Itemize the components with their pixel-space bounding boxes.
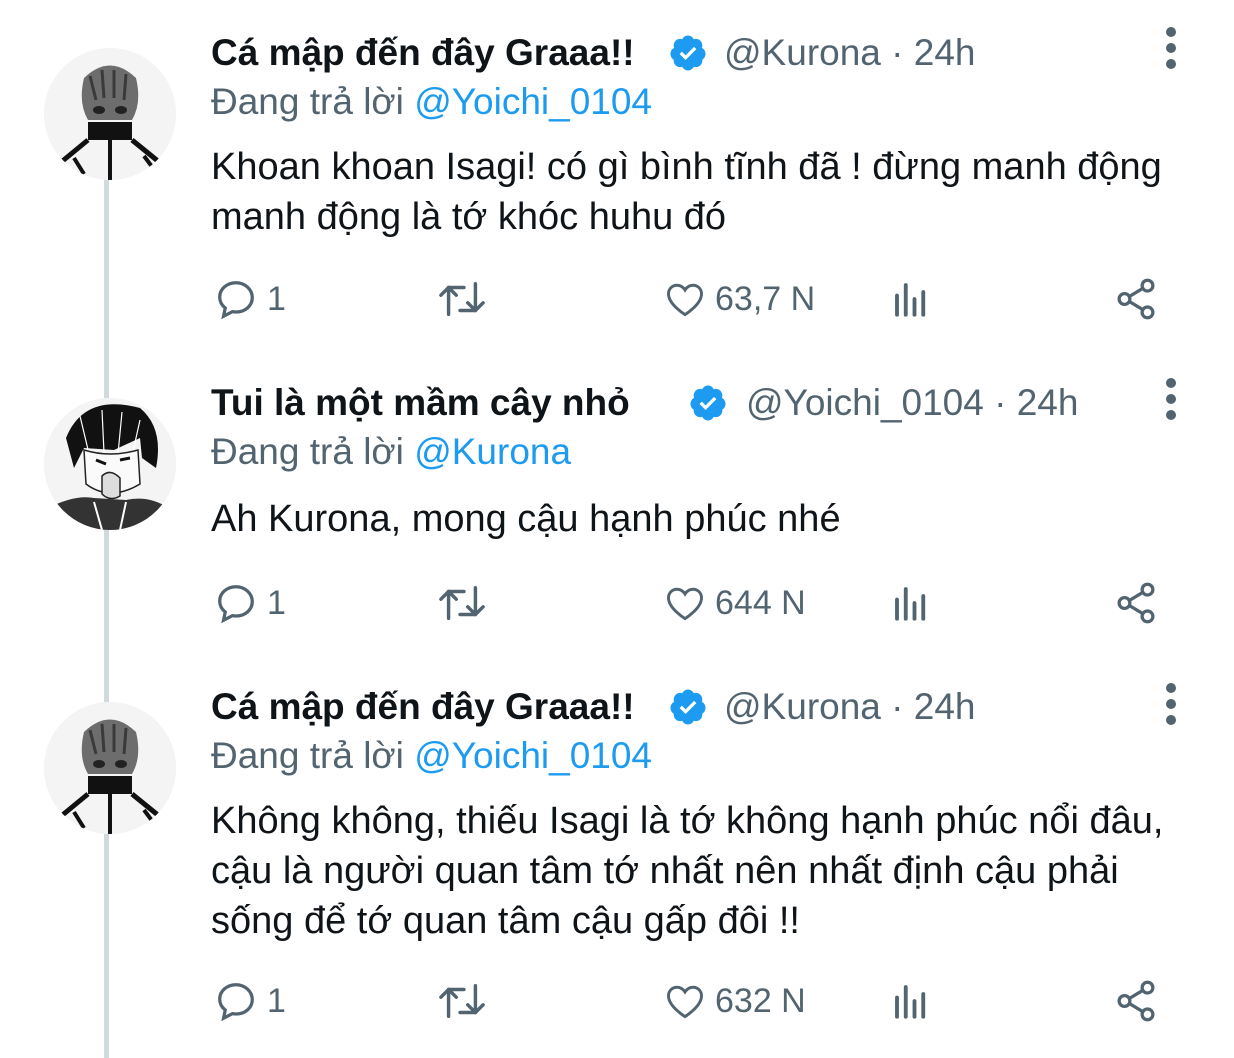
share-icon [1117, 278, 1155, 320]
display-name[interactable]: Cá mập đến đây Graaa!! [211, 685, 635, 729]
kurona-avatar-image [44, 702, 176, 834]
avatar[interactable] [44, 398, 176, 530]
tweet-actions: 1 632 N [0, 976, 1234, 1026]
reply-count: 1 [267, 583, 286, 622]
reply-icon [218, 983, 254, 1022]
separator-dot: · [891, 32, 914, 73]
timestamp[interactable]: 24h [914, 686, 976, 727]
like-icon [667, 985, 703, 1019]
replying-prefix: Đang trả lời [211, 735, 404, 776]
views-button[interactable] [890, 274, 932, 324]
display-name[interactable]: Cá mập đến đây Graaa!! [211, 31, 635, 75]
tweet-meta: @Kurona · 24h [724, 31, 976, 75]
tweet-meta: @Kurona · 24h [724, 685, 976, 729]
like-count: 644 N [715, 583, 806, 622]
views-icon [895, 985, 926, 1019]
separator-dot: · [891, 686, 914, 727]
mention-link[interactable]: @Yoichi_0104 [414, 81, 652, 122]
more-options-icon[interactable] [1156, 26, 1186, 70]
reply-icon [218, 281, 254, 320]
display-name[interactable]: Tui là một mầm cây nhỏ [211, 381, 630, 425]
avatar[interactable] [44, 48, 176, 180]
like-count: 63,7 N [715, 279, 816, 318]
tweet-text: Khoan khoan Isagi! có gì bình tĩnh đã ! … [211, 146, 1162, 238]
share-button[interactable] [1113, 578, 1159, 628]
like-icon [667, 283, 703, 317]
like-button[interactable]: 644 N [663, 578, 806, 628]
retweet-icon [439, 281, 485, 317]
tweet-meta: @Yoichi_0104 · 24h [746, 381, 1078, 425]
share-icon [1117, 980, 1155, 1022]
replying-to: Đang trả lời @Yoichi_0104 [211, 80, 652, 124]
retweet-button[interactable] [437, 578, 487, 628]
share-icon [1117, 582, 1155, 624]
share-button[interactable] [1113, 976, 1159, 1026]
handle[interactable]: @Yoichi_0104 [746, 382, 984, 423]
timestamp[interactable]: 24h [1017, 382, 1079, 423]
share-button[interactable] [1113, 274, 1159, 324]
kurona-avatar-image [44, 48, 176, 180]
reply-button[interactable]: 1 [213, 274, 286, 324]
verified-badge-icon [670, 689, 706, 725]
avatar[interactable] [44, 702, 176, 834]
tweet-actions: 1 63,7 N [0, 274, 1234, 324]
timestamp[interactable]: 24h [914, 32, 976, 73]
isagi-avatar-image [44, 398, 176, 530]
views-button[interactable] [890, 578, 932, 628]
like-button[interactable]: 63,7 N [663, 274, 815, 324]
reply-button[interactable]: 1 [213, 976, 286, 1026]
mention-link[interactable]: @Yoichi_0104 [414, 735, 652, 776]
views-icon [895, 283, 926, 317]
retweet-icon [439, 983, 485, 1019]
retweet-icon [439, 585, 485, 621]
like-icon [667, 587, 703, 621]
replying-prefix: Đang trả lời [211, 431, 404, 472]
tweet-actions: 1 644 N [0, 578, 1234, 628]
handle[interactable]: @Kurona [724, 686, 881, 727]
like-button[interactable]: 632 N [663, 976, 806, 1026]
mention-link[interactable]: @Kurona [414, 431, 571, 472]
retweet-button[interactable] [437, 274, 487, 324]
like-count: 632 N [715, 981, 806, 1020]
verified-badge-icon [690, 385, 726, 421]
views-button[interactable] [890, 976, 932, 1026]
verified-badge-icon [670, 35, 706, 71]
reply-button[interactable]: 1 [213, 578, 286, 628]
replying-prefix: Đang trả lời [211, 81, 404, 122]
replying-to: Đang trả lời @Kurona [211, 430, 571, 474]
views-icon [895, 587, 926, 621]
tweet-text: Không không, thiếu Isagi là tớ không hạn… [211, 800, 1164, 942]
reply-count: 1 [267, 981, 286, 1020]
more-options-icon[interactable] [1156, 377, 1186, 421]
reply-icon [218, 585, 254, 624]
separator-dot: · [994, 382, 1017, 423]
retweet-button[interactable] [437, 976, 487, 1026]
more-options-icon[interactable] [1156, 682, 1186, 726]
replying-to: Đang trả lời @Yoichi_0104 [211, 734, 652, 778]
tweet-text: Ah Kurona, mong cậu hạnh phúc nhé [211, 498, 841, 540]
handle[interactable]: @Kurona [724, 32, 881, 73]
reply-count: 1 [267, 279, 286, 318]
